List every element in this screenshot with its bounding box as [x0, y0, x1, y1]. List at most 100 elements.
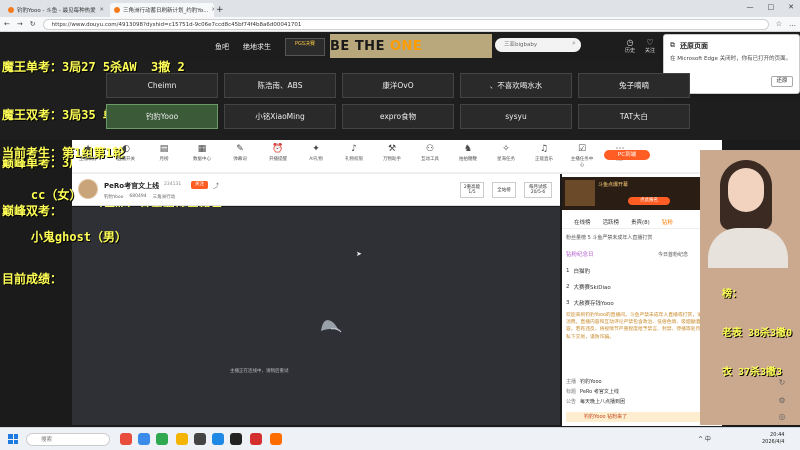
toolbar-item[interactable]: ◐ 直播开关 — [114, 143, 138, 162]
toolbar-item[interactable]: ✧ 星海任务 — [494, 143, 518, 162]
rank-num: 1 — [566, 267, 570, 274]
tab-active[interactable]: 活跃榜 — [603, 218, 620, 226]
overlay-line: 榜： — [722, 289, 742, 300]
ad-image — [565, 180, 595, 206]
pc-client-button[interactable]: PC到端 — [604, 150, 650, 160]
game-category[interactable]: 三角洲行动 — [153, 194, 176, 200]
taskbar-app-icon[interactable] — [270, 433, 282, 445]
toolbar-item-icon: ✧ — [502, 144, 510, 154]
badge-line: 全站榜 — [497, 188, 511, 193]
streamer-cell[interactable]: 钓豹Yooo — [106, 104, 218, 129]
info-key: 公告 — [566, 399, 577, 405]
list-item[interactable]: 1白猫豹40 — [566, 264, 720, 277]
overlay-line: 小鬼ghost（男） — [2, 230, 128, 244]
toolbar-item[interactable]: ♫ 正能直乐 — [532, 143, 556, 162]
loading-spinner-icon — [317, 315, 343, 335]
room-header: PeRo考官文上线 234131 关注 ⤴ 钓豹Yooo 680494 三角洲行… — [72, 174, 560, 206]
taskbar-app-icon[interactable] — [230, 433, 242, 445]
pgs-badge-label: PGS决赛 — [294, 41, 316, 47]
ad-signup-button[interactable]: 点此报名 — [628, 197, 670, 205]
toolbar-item[interactable]: ✦ AI礼物 — [304, 143, 328, 162]
edge-browser-icon[interactable] — [212, 433, 224, 445]
streamer-cell[interactable]: expro食物 — [342, 104, 454, 129]
streamer-cell[interactable]: 兔子嘀嘀 — [578, 73, 690, 98]
taskbar-app-icon[interactable] — [138, 433, 150, 445]
streamer-cell[interactable]: 康洋OvO — [342, 73, 454, 98]
toolbar-item-label: 直播开关 — [117, 157, 135, 162]
fans-count: 234131 — [164, 182, 182, 187]
taskbar-app-icon[interactable] — [156, 433, 168, 445]
close-tab-icon[interactable]: ✕ — [99, 7, 104, 13]
toolbar-item[interactable]: ✎ 弹幕词 — [228, 143, 252, 162]
toolbar-item[interactable]: ⏰ 开播提醒 — [266, 143, 290, 162]
restore-icon: ⧉ — [670, 41, 675, 49]
badge-line: 1/5 — [468, 190, 476, 195]
tab-vip[interactable]: 贵宾(8) — [631, 218, 650, 226]
search-icon[interactable]: ⌕ — [572, 39, 576, 48]
tab-diamond-fans[interactable]: 钻粉 — [662, 218, 673, 226]
streamer-cell[interactable]: 、不喜欢喝水水 — [460, 73, 572, 98]
toolbar-item-label: 主播任务中心 — [570, 157, 594, 168]
follow-button[interactable]: 关注 — [191, 181, 208, 189]
monthly-trial-badge[interactable]: 每月试炼 20/5-6 — [524, 182, 552, 198]
restore-button[interactable]: 还原 — [771, 76, 793, 87]
toolbar-item[interactable]: ⚇ 互动工具 — [418, 143, 442, 162]
toolbar-item[interactable]: ☑ 主播任务中心 — [570, 143, 594, 168]
browser-tab-active[interactable]: 三角洲行动蓄日刷新计划_约豹Yo... ✕ — [110, 3, 214, 17]
windows-start-icon[interactable] — [8, 434, 18, 444]
event-banner[interactable]: BE THE ONE — [330, 35, 490, 57]
minimize-button[interactable]: — — [747, 3, 754, 11]
toolbar-item[interactable]: ♪ 礼物权限 — [342, 143, 366, 162]
douyu-favicon-icon — [114, 7, 120, 13]
overlay-line: 衣 37杀3撤3 — [722, 367, 783, 378]
system-tray[interactable]: ^ 中 — [698, 434, 711, 443]
energy-badge[interactable]: 2重高能 1/5 — [460, 182, 484, 198]
banner-text-one: ONE — [389, 38, 423, 54]
taskbar-app-icon[interactable] — [176, 433, 188, 445]
favorite-icon[interactable]: ☆ — [776, 20, 782, 28]
overlay-line: cc（女） — [2, 188, 82, 202]
taskbar-search-input[interactable]: 搜索 — [26, 433, 110, 446]
close-window-button[interactable]: ✕ — [788, 3, 794, 11]
new-tab-icon[interactable]: + — [216, 5, 226, 15]
video-player[interactable] — [72, 207, 560, 425]
info-title: 标题 PeRo 考官文上线 — [566, 388, 619, 395]
fans-anniversary-title: 钻粉纪念日 — [566, 252, 594, 258]
history-button[interactable]: ◷ 历史 — [621, 38, 639, 54]
streamer-cell[interactable]: sysyu — [460, 104, 572, 129]
streamer-cell[interactable]: 陈浩南、ABS — [224, 73, 336, 98]
toolbar-item[interactable]: ♞ 拍拍鞭鞭 — [456, 143, 480, 162]
target-icon[interactable]: ◎ — [775, 412, 789, 421]
right-panel: 在线榜 活跃榜 贵宾(8) 钻粉 粉丝量榜 5 斗鱼严禁未成年人直播打赏 钻粉纪… — [562, 174, 722, 426]
toolbar-item[interactable]: ⚒ 万物助手 — [380, 143, 404, 162]
toolbar-item[interactable]: ▤ 月榜 — [152, 143, 176, 162]
list-item[interactable]: 3大赦赛存钱Yooo39 — [566, 296, 720, 309]
pgs-badge[interactable]: PGS决赛 — [285, 38, 325, 56]
taskbar-app-icon[interactable] — [250, 433, 262, 445]
history-label: 历史 — [624, 48, 635, 54]
site-rank-button[interactable]: 全站榜 — [492, 182, 516, 198]
streamer-cell[interactable]: Cheimn — [106, 73, 218, 98]
taskbar-app-icon[interactable] — [120, 433, 132, 445]
screen: 钓豹Yooo - 斗鱼 - 最见每种热爱 ✕ 三角洲行动蓄日刷新计划_约豹Yo.… — [0, 0, 800, 450]
follow-header-button[interactable]: ♡ 关注 — [641, 38, 659, 54]
taskbar-app-icon[interactable] — [194, 433, 206, 445]
search-input[interactable]: 三亚bigbaby — [495, 38, 581, 52]
list-item[interactable]: 2大赛赛SkiDiao28 — [566, 280, 720, 293]
info-value: PeRo 考官文上线 — [580, 389, 619, 395]
follow-icon: ♡ — [646, 38, 654, 47]
more-icon[interactable]: … — [789, 20, 796, 28]
toolbar-item[interactable]: ★ 主播积分 — [76, 143, 100, 162]
share-icon[interactable]: ⤴ — [213, 181, 219, 190]
clock[interactable]: 20:44 2026/4/4 — [762, 432, 784, 446]
tab-online[interactable]: 在线榜 — [574, 218, 591, 226]
close-tab-icon[interactable]: ✕ — [211, 7, 214, 13]
maximize-button[interactable]: □ — [768, 3, 775, 11]
toolbar-item-icon: ✦ — [312, 144, 320, 154]
streamer-cell[interactable]: 小铭XiaoMing — [224, 104, 336, 129]
rank-num: 2 — [566, 283, 570, 290]
browser-tab[interactable]: 钓豹Yooo - 斗鱼 - 最见每种热爱 ✕ — [4, 3, 108, 17]
streamer-cell[interactable]: TAT大白 — [578, 104, 690, 129]
toolbar-item[interactable]: ▦ 数据中心 — [190, 143, 214, 162]
toolbar-item-label: 月榜 — [159, 157, 169, 162]
